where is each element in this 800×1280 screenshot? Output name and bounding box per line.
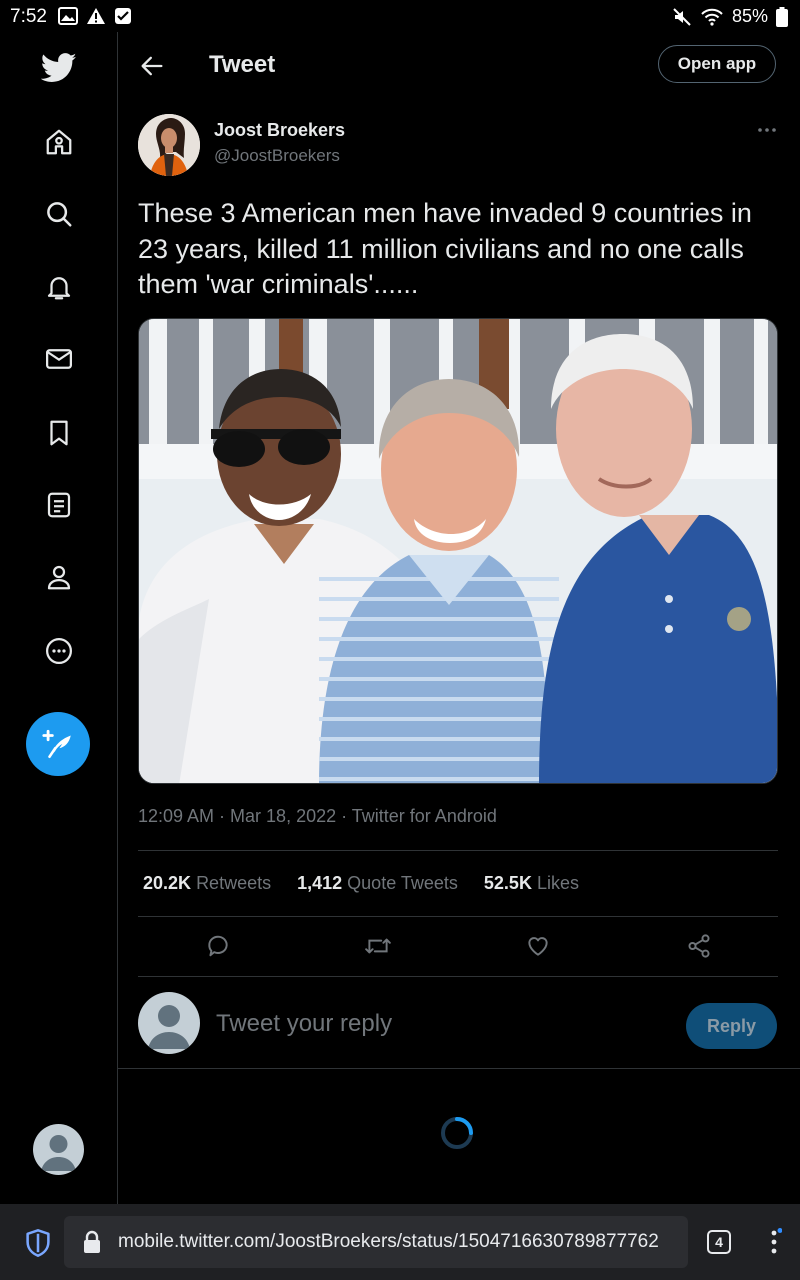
retweet-action-button[interactable] — [360, 928, 396, 964]
like-action-button[interactable] — [520, 928, 556, 964]
share-action-button[interactable] — [681, 928, 717, 964]
retweet-icon — [365, 938, 391, 954]
bookmark-icon — [50, 420, 68, 446]
back-button[interactable] — [138, 52, 166, 80]
loading-spinner — [440, 1116, 474, 1150]
notification-icons — [58, 7, 132, 25]
page-title: Tweet — [209, 51, 276, 78]
url-text[interactable]: mobile.twitter.com/JoostBroekers/status/… — [118, 1231, 686, 1253]
status-time: 7:52 — [10, 6, 47, 27]
likes-label: Likes — [536, 873, 579, 893]
ellipsis-icon — [758, 128, 776, 132]
author-handle[interactable]: @JoostBroekers — [214, 146, 340, 166]
author-avatar[interactable] — [138, 114, 200, 176]
image-icon — [58, 7, 78, 25]
heart-icon — [528, 937, 548, 956]
battery-icon — [776, 6, 788, 27]
divider — [138, 850, 778, 851]
compose-tweet-button[interactable] — [26, 712, 90, 776]
lock-icon — [82, 1230, 102, 1259]
account-avatar[interactable] — [33, 1124, 84, 1175]
sidebar-item-more[interactable] — [39, 631, 79, 671]
privacy-shield-button[interactable] — [24, 1228, 52, 1258]
sidebar-item-messages[interactable] — [39, 339, 79, 379]
twitter-logo-icon[interactable] — [39, 48, 79, 88]
sidebar-item-explore[interactable] — [39, 194, 79, 234]
retweets-count: 20.2K — [143, 873, 192, 893]
sidebar-item-profile[interactable] — [39, 557, 79, 597]
tweet-text: These 3 American men have invaded 9 coun… — [138, 198, 752, 299]
quotes-stat[interactable]: 1,412 Quote Tweets — [297, 873, 458, 894]
list-icon — [47, 492, 71, 518]
bell-icon — [47, 277, 71, 300]
browser-menu-button[interactable] — [766, 1228, 783, 1256]
open-app-button[interactable]: Open app — [658, 45, 776, 83]
feather-plus-icon — [42, 729, 71, 759]
tweet-photo[interactable] — [138, 318, 778, 784]
sidebar-item-bookmarks[interactable] — [39, 413, 79, 453]
search-icon — [47, 202, 72, 227]
reply-avatar — [138, 992, 200, 1054]
status-right: 85% — [672, 6, 788, 27]
wifi-icon — [701, 8, 723, 26]
likes-count: 52.5K — [483, 873, 532, 893]
tab-switcher-button[interactable]: 4 — [707, 1230, 731, 1254]
divider — [118, 1068, 800, 1069]
status-bar: 7:52 85% — [0, 0, 800, 32]
reply-action-button[interactable] — [200, 928, 236, 964]
divider — [138, 976, 778, 977]
tweet-more-button[interactable] — [756, 120, 778, 140]
mail-icon — [46, 349, 72, 369]
likes-stat[interactable]: 52.5K Likes — [484, 873, 579, 894]
reply-input[interactable] — [216, 1010, 656, 1038]
mute-icon — [673, 7, 691, 26]
checkbox-icon — [115, 8, 131, 24]
retweets-stat[interactable]: 20.2K Retweets — [143, 873, 271, 894]
arrow-left-icon — [141, 56, 163, 76]
tweet-stats: 20.2K Retweets 1,412 Quote Tweets 52.5K … — [143, 873, 579, 894]
reply-button[interactable]: Reply — [686, 1003, 777, 1049]
share-icon — [688, 934, 710, 958]
battery-percent: 85% — [731, 6, 768, 26]
home-icon — [46, 129, 72, 155]
shield-icon — [26, 1229, 50, 1257]
divider — [138, 916, 778, 917]
retweets-label: Retweets — [196, 873, 272, 893]
tweet-timestamp: 12:09 AM · Mar 18, 2022 · Twitter for An… — [138, 806, 497, 826]
more-circle-icon — [46, 638, 72, 664]
sidebar-item-lists[interactable] — [39, 485, 79, 525]
sidebar-item-notifications[interactable] — [39, 267, 79, 307]
quotes-label: Quote Tweets — [347, 873, 458, 893]
kebab-menu-icon — [771, 1228, 783, 1254]
sidebar-item-home[interactable] — [39, 122, 79, 162]
person-icon — [47, 565, 71, 590]
quotes-count: 1,412 — [297, 873, 343, 893]
comment-icon — [208, 935, 228, 957]
alert-icon — [87, 8, 105, 24]
author-name[interactable]: Joost Broekers — [214, 120, 345, 141]
